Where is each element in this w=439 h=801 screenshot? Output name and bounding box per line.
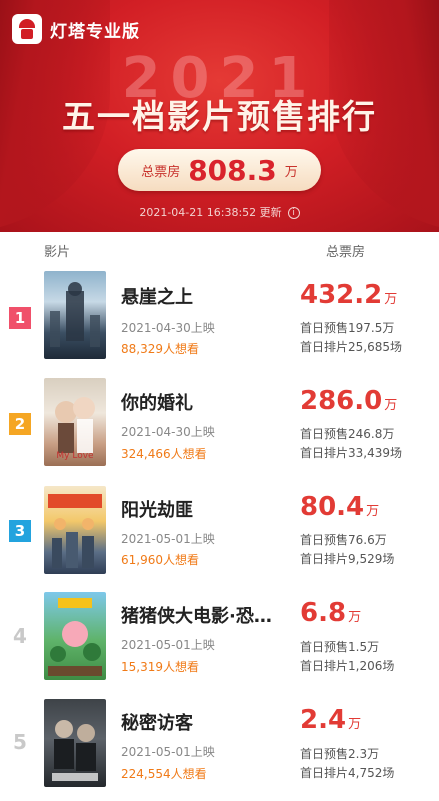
release-date: 2021-05-01上映	[121, 638, 215, 652]
film-name[interactable]: 猪猪侠大电影·恐…	[121, 602, 293, 628]
gross-unit: 万	[384, 292, 398, 307]
first-day-presale: 首日预售2.3万	[300, 747, 380, 761]
first-day-presale: 首日预售1.5万	[300, 640, 380, 654]
brand[interactable]: 灯塔专业版	[12, 14, 140, 44]
poster-art	[48, 598, 102, 676]
gross-unit: 万	[366, 504, 380, 519]
total-box-office: 总票房 808.3 万	[118, 149, 321, 191]
film-poster[interactable]	[44, 271, 106, 359]
rank-badge: 1	[9, 307, 31, 329]
film-gross: 80.4 万	[300, 492, 379, 522]
gross-value: 80.4	[300, 492, 365, 522]
gross-value: 2.4	[300, 705, 347, 735]
gross-value: 286.0	[300, 386, 383, 416]
poster-art: My Love	[55, 397, 95, 461]
film-name[interactable]: 悬崖之上	[121, 283, 293, 309]
film-poster[interactable]: My Love	[44, 378, 106, 466]
gross-value: 6.8	[300, 598, 347, 628]
film-row[interactable]: 4 猪猪侠大电影·恐… 2021-05-01上映 15,319人想看 6.8 万 …	[0, 590, 439, 702]
release-date: 2021-05-01上映	[121, 745, 215, 759]
release-date: 2021-04-30上映	[121, 321, 215, 335]
release-date: 2021-04-30上映	[121, 425, 215, 439]
total-box-office-label: 总票房	[141, 164, 181, 180]
film-name[interactable]: 阳光劫匪	[121, 496, 293, 522]
want-to-see: 88,329人想看	[121, 342, 199, 356]
film-row[interactable]: 2 My Love 你的婚礼 2021-04-30上映 324,466人想看 2…	[0, 376, 439, 488]
rank-number: 5	[13, 730, 27, 754]
header-banner: 灯塔专业版 2021 五一档影片预售排行 总票房 808.3 万 2021-04…	[0, 0, 439, 232]
total-box-office-unit: 万	[284, 164, 298, 180]
first-day-shows: 首日排片4,752场	[300, 766, 395, 780]
first-day-presale: 首日预售246.8万	[300, 427, 395, 441]
first-day-presale: 首日预售76.6万	[300, 533, 387, 547]
film-row[interactable]: 5 秘密访客 2021-05-01上映 224,554人想看 2.4 万 首日预售…	[0, 697, 439, 801]
film-row[interactable]: 3 阳光劫匪 2021-05-01上映 61,960人想看 80.4 万 首日预售…	[0, 484, 439, 596]
film-gross: 2.4 万	[300, 705, 361, 735]
first-day-shows: 首日排片25,685场	[300, 340, 402, 354]
brand-name: 灯塔专业版	[50, 21, 140, 42]
first-day-shows: 首日排片33,439场	[300, 446, 402, 460]
want-to-see: 324,466人想看	[121, 447, 207, 461]
gross-unit: 万	[348, 610, 362, 625]
update-time-text: 2021-04-21 16:38:52 更新	[139, 206, 282, 219]
poster-art	[50, 282, 100, 347]
poster-art	[52, 720, 98, 781]
first-day-shows: 首日排片9,529场	[300, 552, 395, 566]
gross-unit: 万	[384, 398, 398, 413]
want-to-see: 61,960人想看	[121, 553, 199, 567]
film-gross: 6.8 万	[300, 598, 361, 628]
want-to-see: 224,554人想看	[121, 767, 207, 781]
release-date: 2021-05-01上映	[121, 532, 215, 546]
first-day-presale: 首日预售197.5万	[300, 321, 395, 335]
film-poster[interactable]	[44, 699, 106, 787]
film-row[interactable]: 1 悬崖之上 2021-04-30上映 88,329人想看 432.2 万 首日预…	[0, 268, 439, 380]
svg-text:My Love: My Love	[56, 451, 94, 461]
update-time: 2021-04-21 16:38:52 更新 i	[0, 204, 439, 220]
rank-number: 4	[13, 624, 27, 648]
film-name[interactable]: 秘密访客	[121, 709, 293, 735]
first-day-shows: 首日排片1,206场	[300, 659, 395, 673]
film-gross: 286.0 万	[300, 386, 397, 416]
lighthouse-logo-icon	[12, 14, 42, 44]
rank-badge: 3	[9, 520, 31, 542]
poster-art	[48, 494, 102, 568]
gross-value: 432.2	[300, 280, 383, 310]
film-poster[interactable]	[44, 486, 106, 574]
column-header-film: 影片	[44, 245, 71, 260]
film-poster[interactable]	[44, 592, 106, 680]
film-name[interactable]: 你的婚礼	[121, 389, 293, 415]
total-box-office-value: 808.3	[188, 153, 277, 187]
column-header-gross: 总票房	[326, 245, 366, 260]
gross-unit: 万	[348, 717, 362, 732]
rank-badge: 2	[9, 413, 31, 435]
want-to-see: 15,319人想看	[121, 660, 199, 674]
film-gross: 432.2 万	[300, 280, 397, 310]
info-icon[interactable]: i	[287, 207, 300, 219]
page-title: 五一档影片预售排行	[62, 97, 377, 136]
